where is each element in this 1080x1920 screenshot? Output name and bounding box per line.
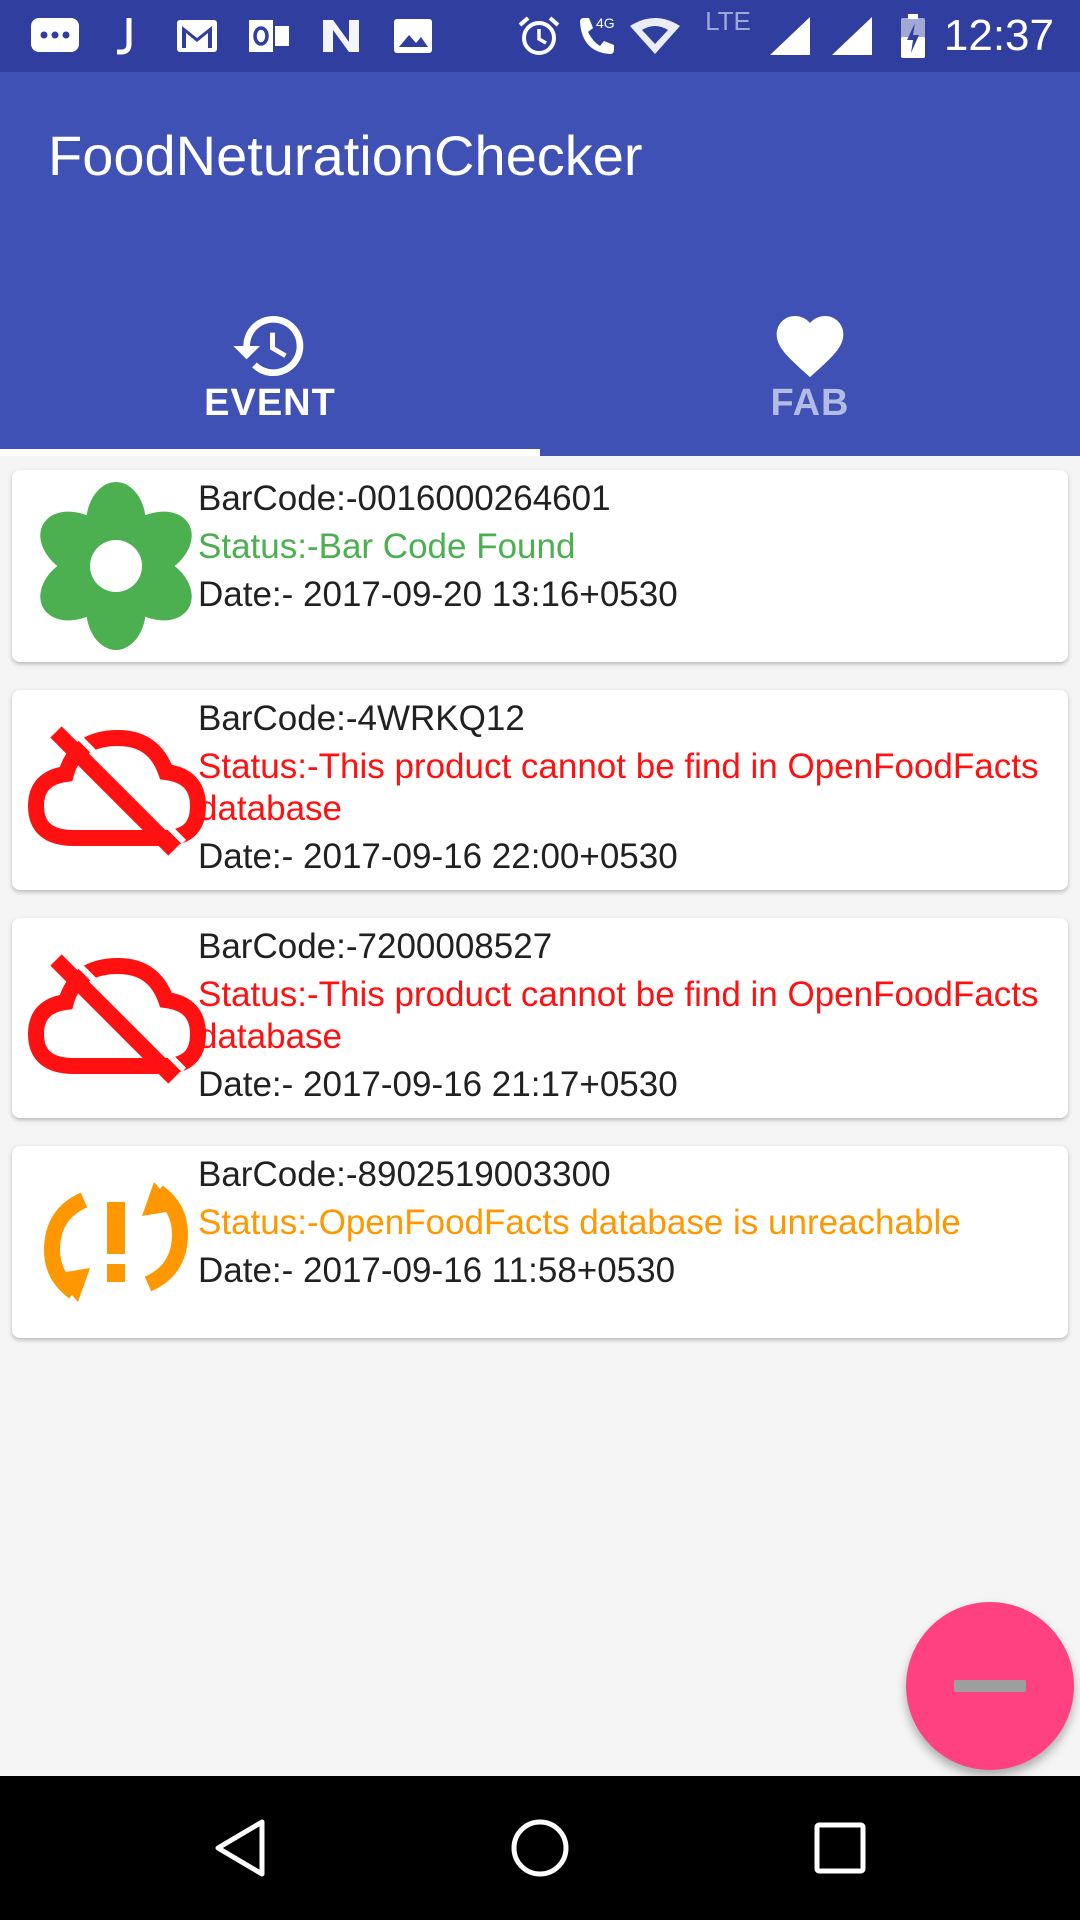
battery-charging-icon [896, 14, 930, 58]
gallery-icon [390, 14, 436, 58]
tab-event-label: EVENT [204, 382, 336, 424]
back-icon[interactable] [204, 1812, 276, 1884]
tab-fab[interactable]: FAB [540, 264, 1080, 456]
home-icon[interactable] [504, 1812, 576, 1884]
cloud-off-icon [26, 928, 207, 1108]
app-bar: FoodNeturationChecker EVENT FAB [0, 72, 1080, 456]
navigation-bar [0, 1776, 1080, 1920]
svg-text:4G: 4G [596, 15, 615, 31]
flower-icon [26, 476, 206, 656]
history-icon [230, 306, 310, 386]
event-card[interactable]: BarCode:-7200008527 Status:-This product… [12, 918, 1068, 1118]
recents-icon[interactable] [804, 1812, 876, 1884]
signal-icon [830, 14, 874, 58]
event-card[interactable]: BarCode:-0016000264601 Status:-Bar Code … [12, 470, 1068, 662]
event-barcode: BarCode:-4WRKQ12 [198, 699, 525, 738]
status-bar: 4G LTE 12:37 [0, 0, 1080, 72]
n-app-icon [318, 14, 364, 58]
event-date: Date:- 2017-09-16 22:00+0530 [198, 837, 678, 876]
sync-problem-icon [26, 1152, 206, 1332]
heart-icon [770, 306, 850, 386]
gmail-icon [174, 14, 220, 58]
wifi-icon [628, 14, 682, 58]
call-icon: 4G [574, 14, 620, 58]
event-status: Status:-This product cannot be find in O… [198, 975, 1039, 1056]
event-barcode: BarCode:-0016000264601 [198, 479, 611, 518]
chat-icon [28, 14, 82, 58]
tab-fab-label: FAB [770, 382, 850, 424]
tab-indicator [0, 449, 540, 456]
event-date: Date:- 2017-09-16 21:17+0530 [198, 1065, 678, 1104]
event-card[interactable]: BarCode:-8902519003300 Status:-OpenFoodF… [12, 1146, 1068, 1338]
event-date: Date:- 2017-09-20 13:16+0530 [198, 575, 678, 614]
event-card[interactable]: BarCode:-4WRKQ12 Status:-This product ca… [12, 690, 1068, 890]
event-barcode: BarCode:-8902519003300 [198, 1155, 611, 1194]
signal-icon [768, 14, 812, 58]
event-text: BarCode:-0016000264601 Status:-Bar Code … [198, 478, 1062, 616]
event-status: Status:-This product cannot be find in O… [198, 747, 1039, 828]
event-status: Status:-OpenFoodFacts database is unreac… [198, 1203, 961, 1242]
event-text: BarCode:-8902519003300 Status:-OpenFoodF… [198, 1154, 1062, 1292]
alarm-icon [514, 14, 564, 58]
event-date: Date:- 2017-09-16 11:58+0530 [198, 1251, 676, 1290]
j-app-icon [110, 14, 140, 58]
event-status: Status:-Bar Code Found [198, 527, 576, 566]
tab-event[interactable]: EVENT [0, 264, 540, 456]
cloud-off-icon [26, 700, 207, 880]
event-text: BarCode:-7200008527 Status:-This product… [198, 926, 1062, 1106]
event-text: BarCode:-4WRKQ12 Status:-This product ca… [198, 698, 1062, 878]
network-type-label: LTE [705, 5, 751, 36]
app-title: FoodNeturationChecker [48, 124, 643, 187]
outlook-icon [246, 14, 292, 58]
minus-icon [954, 1680, 1026, 1692]
remove-fab-button[interactable] [906, 1602, 1074, 1770]
status-clock: 12:37 [943, 11, 1054, 60]
event-barcode: BarCode:-7200008527 [198, 927, 553, 966]
